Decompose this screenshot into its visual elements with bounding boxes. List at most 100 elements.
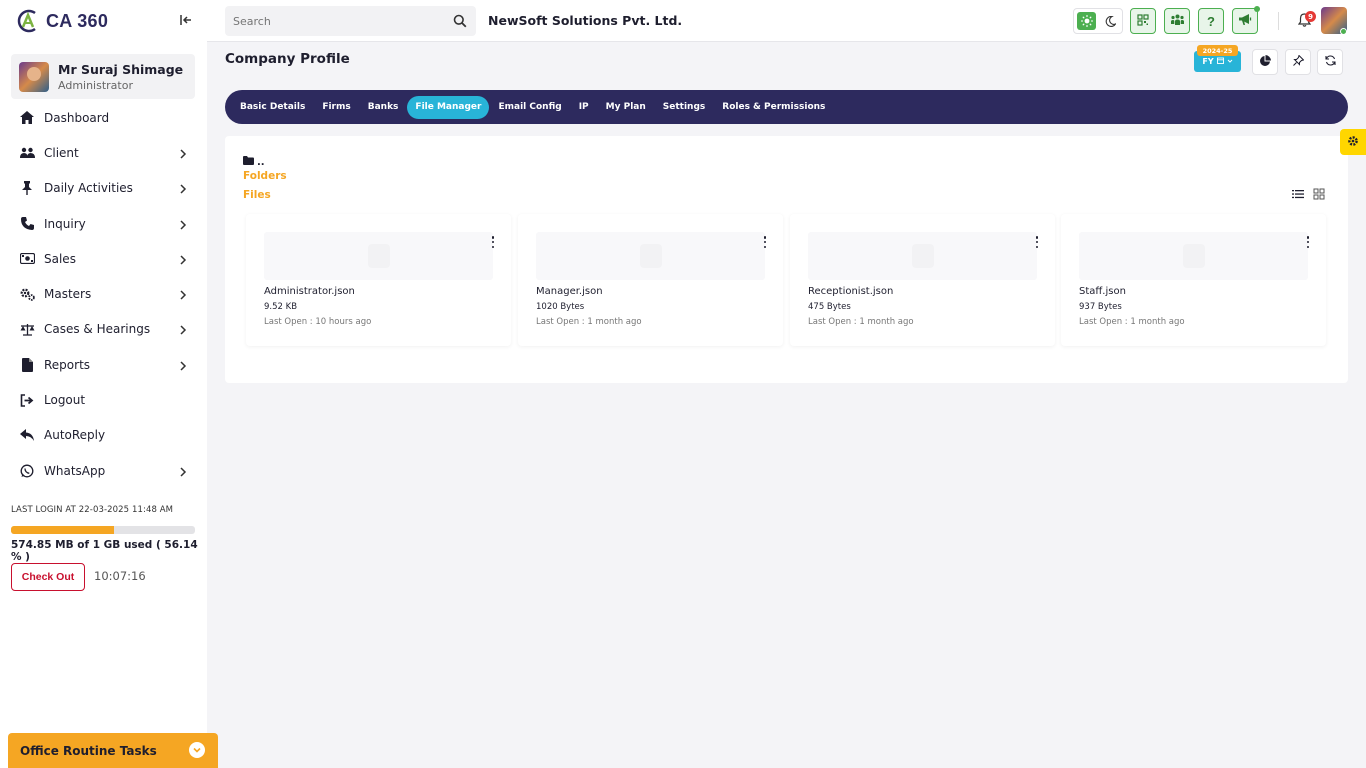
collapse-sidebar-icon[interactable] xyxy=(179,13,193,27)
toolbar-divider xyxy=(1278,12,1279,30)
sidebar-item-daily-activities[interactable]: Daily Activities xyxy=(0,171,207,206)
theme-settings-button[interactable] xyxy=(1340,129,1366,155)
qr-code-icon xyxy=(1137,13,1149,29)
sidebar-item-sales[interactable]: Sales xyxy=(0,241,207,276)
file-name: Manager.json xyxy=(536,286,603,297)
file-card[interactable]: Manager.json 1020 Bytes Last Open : 1 mo… xyxy=(518,214,783,346)
file-card[interactable]: Receptionist.json 475 Bytes Last Open : … xyxy=(790,214,1055,346)
folder-icon xyxy=(243,156,254,168)
pin-icon xyxy=(1292,54,1304,69)
qr-code-button[interactable] xyxy=(1130,8,1156,34)
refresh-button[interactable] xyxy=(1317,49,1343,75)
sidebar-item-masters[interactable]: Masters xyxy=(0,276,207,311)
company-name: NewSoft Solutions Pvt. Ltd. xyxy=(488,13,683,28)
notifications-button[interactable]: 9 xyxy=(1291,8,1317,34)
scale-icon xyxy=(19,321,35,337)
file-card[interactable]: Staff.json 937 Bytes Last Open : 1 month… xyxy=(1061,214,1326,346)
logo-text: CA 360 xyxy=(46,10,109,31)
sidebar-item-cases-hearings[interactable]: Cases & Hearings xyxy=(0,312,207,347)
sidebar-item-autoreply[interactable]: AutoReply xyxy=(0,418,207,453)
search-icon[interactable] xyxy=(453,14,467,28)
app-logo[interactable]: CA 360 xyxy=(14,7,108,35)
file-name: Staff.json xyxy=(1079,286,1126,297)
tab-basic-details[interactable]: Basic Details xyxy=(232,96,313,119)
fy-label: FY xyxy=(1202,57,1214,66)
file-card[interactable]: Administrator.json 9.52 KB Last Open : 1… xyxy=(246,214,511,346)
breadcrumb-parent[interactable]: .. xyxy=(257,157,265,168)
file-manager-panel: .. Folders Files Administrator.json 9.52… xyxy=(225,136,1348,383)
home-icon xyxy=(19,110,35,126)
folders-heading: Folders xyxy=(243,170,287,182)
sun-icon[interactable] xyxy=(1077,12,1096,30)
team-button[interactable] xyxy=(1164,8,1190,34)
sidebar-item-whatsapp[interactable]: WhatsApp xyxy=(0,453,207,488)
list-view-icon[interactable] xyxy=(1292,188,1304,200)
chevron-right-icon xyxy=(178,254,188,265)
sidebar-menu: Dashboard Client Daily Activities Inquir… xyxy=(0,100,207,488)
search-input[interactable] xyxy=(225,6,445,36)
pin-button[interactable] xyxy=(1285,49,1311,75)
chevron-right-icon xyxy=(178,324,188,335)
file-name: Administrator.json xyxy=(264,286,355,297)
help-button[interactable]: ? xyxy=(1198,8,1224,34)
pin-icon xyxy=(19,180,35,196)
tab-settings[interactable]: Settings xyxy=(655,96,713,119)
office-routine-tasks-panel[interactable]: Office Routine Tasks xyxy=(8,733,218,768)
tab-roles-permissions[interactable]: Roles & Permissions xyxy=(714,96,833,119)
sidebar: CA 360 Mr Suraj Shimage Administrator Da… xyxy=(0,0,207,768)
tab-banks[interactable]: Banks xyxy=(360,96,407,119)
last-login-text: LAST LOGIN AT 22-03-2025 11:48 AM xyxy=(11,505,174,515)
more-options-icon[interactable] xyxy=(489,236,497,248)
more-options-icon[interactable] xyxy=(1304,236,1312,248)
sidebar-item-dashboard[interactable]: Dashboard xyxy=(0,100,207,135)
top-bar: NewSoft Solutions Pvt. Ltd. ? 9 xyxy=(207,0,1366,42)
logout-icon xyxy=(19,392,35,408)
file-size: 937 Bytes xyxy=(1079,302,1122,312)
file-size: 1020 Bytes xyxy=(536,302,585,312)
file-name: Receptionist.json xyxy=(808,286,894,297)
user-card[interactable]: Mr Suraj Shimage Administrator xyxy=(11,54,195,99)
user-role: Administrator xyxy=(58,78,133,92)
file-icon xyxy=(19,357,35,373)
more-options-icon[interactable] xyxy=(761,236,769,248)
file-thumbnail xyxy=(536,232,765,280)
calendar-icon xyxy=(1216,57,1224,66)
file-size: 9.52 KB xyxy=(264,302,298,312)
analytics-button[interactable] xyxy=(1252,49,1278,75)
chevron-down-icon[interactable] xyxy=(189,742,205,758)
announcement-button[interactable] xyxy=(1232,6,1260,34)
gear-icon xyxy=(1347,135,1359,150)
file-thumbnail xyxy=(1079,232,1308,280)
sidebar-item-label: Cases & Hearings xyxy=(44,322,151,337)
more-options-icon[interactable] xyxy=(1033,236,1041,248)
chevron-right-icon xyxy=(178,289,188,300)
sidebar-item-reports[interactable]: Reports xyxy=(0,347,207,382)
page-title: Company Profile xyxy=(225,51,350,67)
sidebar-item-client[interactable]: Client xyxy=(0,135,207,170)
check-out-button[interactable]: Check Out xyxy=(11,563,85,591)
theme-toggle[interactable] xyxy=(1073,8,1123,34)
sidebar-item-label: Logout xyxy=(44,393,86,408)
money-icon xyxy=(19,251,35,267)
sidebar-item-inquiry[interactable]: Inquiry xyxy=(0,206,207,241)
storage-progress-fill xyxy=(11,526,115,534)
tab-ip[interactable]: IP xyxy=(571,96,597,119)
chevron-right-icon xyxy=(178,466,188,477)
megaphone-icon xyxy=(1238,13,1252,29)
chevron-right-icon xyxy=(178,360,188,371)
refresh-icon xyxy=(1324,55,1336,69)
tab-file-manager[interactable]: File Manager xyxy=(407,95,490,119)
financial-year-badge: 2024-25 xyxy=(1197,45,1238,56)
sidebar-item-label: Inquiry xyxy=(44,216,86,231)
tab-my-plan[interactable]: My Plan xyxy=(598,96,654,119)
tab-firms[interactable]: Firms xyxy=(314,96,358,119)
online-status-dot xyxy=(1340,28,1347,35)
breadcrumb[interactable]: .. xyxy=(243,156,265,168)
announcement-status-dot xyxy=(1254,6,1260,12)
moon-icon[interactable] xyxy=(1102,13,1118,29)
grid-view-icon[interactable] xyxy=(1313,188,1325,200)
sidebar-item-logout[interactable]: Logout xyxy=(0,382,207,417)
phone-icon xyxy=(19,216,35,232)
tab-email-config[interactable]: Email Config xyxy=(490,96,569,119)
notification-count-badge: 9 xyxy=(1305,11,1316,22)
